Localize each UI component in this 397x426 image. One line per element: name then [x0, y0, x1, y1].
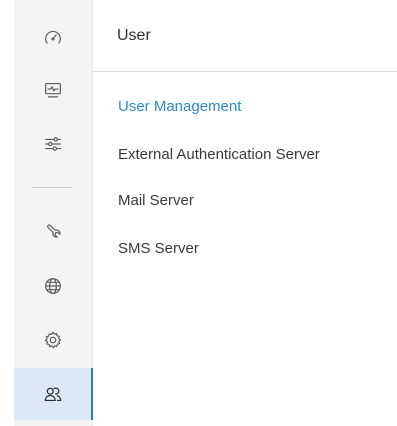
monitor-pulse-icon: [45, 82, 61, 98]
globe-icon: [45, 278, 61, 294]
submenu-item-mail-server[interactable]: Mail Server: [118, 192, 194, 209]
sidebar-divider: [32, 187, 72, 188]
submenu-item-sms-server[interactable]: SMS Server: [118, 240, 199, 257]
dashboard-gauge-icon: [45, 30, 61, 44]
panel-header: User: [93, 0, 397, 72]
gear-icon: [44, 331, 62, 349]
settings-panel: User User Management External Authentica…: [93, 0, 397, 426]
icon-sidebar: [14, 0, 95, 426]
sidebar-item-network[interactable]: [14, 260, 92, 312]
sidebar-item-monitoring[interactable]: [14, 64, 92, 116]
sidebar-item-system[interactable]: [14, 314, 92, 366]
sidebar-item-tools[interactable]: [14, 206, 92, 258]
app-window: User User Management External Authentica…: [0, 0, 397, 426]
sidebar-item-settings-sliders[interactable]: [14, 118, 92, 170]
users-icon: [44, 387, 62, 402]
submenu-item-external-authentication-server[interactable]: External Authentication Server: [118, 146, 320, 163]
sliders-icon: [45, 137, 61, 151]
wrench-icon: [47, 224, 61, 238]
panel-title: User: [117, 26, 151, 44]
sidebar-item-user[interactable]: [14, 368, 95, 420]
left-gutter: [0, 0, 14, 426]
submenu-item-user-management[interactable]: User Management: [118, 98, 241, 115]
sidebar-item-dashboard[interactable]: [14, 12, 92, 64]
